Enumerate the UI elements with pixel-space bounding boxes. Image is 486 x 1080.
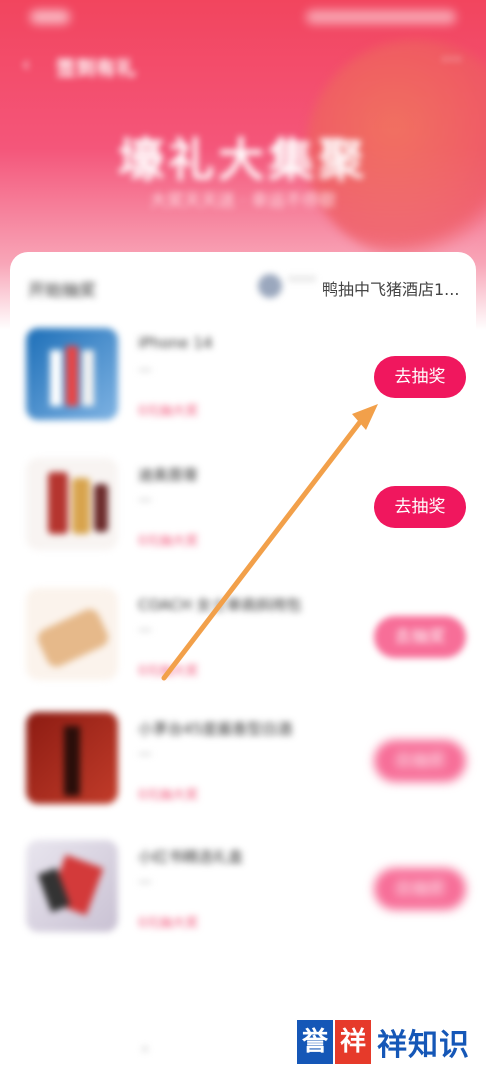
hero-title: 壕礼大集聚 [118,133,368,187]
item-tag: 0元抽大奖 [138,404,199,419]
product-image [26,588,118,680]
item-tag: 0元抽大奖 [138,664,199,679]
watermark-box: 祥 [334,1020,371,1064]
watermark-box: 誉 [296,1020,333,1064]
item-sub: — [138,746,152,762]
item-sub: — [138,362,152,378]
ticker-masked-name: **** [288,274,316,290]
status-bar-icons [306,10,456,24]
card-header: 开始抽奖 **** 鸭抽中飞猪酒店1... [10,252,476,322]
watermark-text: 祥知识 [377,1028,470,1063]
top-bar: ‹ 签到有礼 ··· [0,44,486,84]
product-image [26,712,118,804]
back-icon[interactable]: ‹ [22,52,30,76]
more-icon[interactable]: ··· [441,48,462,73]
item-tag: 0元抽大奖 [138,788,199,803]
list-item[interactable]: iPhone 14 — 0元抽大奖 去抽奖 [20,328,466,448]
item-tag: 0元抽大奖 [138,916,199,931]
item-name: 小茅台45度酱香型白酒 [138,720,293,738]
winner-ticker: 鸭抽中飞猪酒店1... [322,280,460,299]
item-sub: — [138,874,152,890]
go-draw-button[interactable]: 去抽奖 [374,486,466,528]
page-indicator [142,1046,148,1052]
watermark-logo: 誉 祥 祥知识 [296,1018,470,1066]
item-name: 迪奥唇膏 [138,466,199,484]
product-image [26,458,118,550]
list-item[interactable]: 小红书精选礼盒 — 0元抽大奖 去抽奖 [20,840,466,960]
item-tag: 0元抽大奖 [138,534,199,549]
item-sub: — [138,622,152,638]
go-draw-button[interactable]: 去抽奖 [374,868,466,910]
hero-subtitle: 大奖天天送 · 幸运不停歇 [149,191,337,211]
item-name: iPhone 14 [138,334,213,352]
card-title: 开始抽奖 [28,281,96,301]
item-name: COACH 女士单肩斜挎包 [138,596,302,614]
item-sub: — [138,492,152,508]
go-draw-button[interactable]: 去抽奖 [374,356,466,398]
product-image [26,840,118,932]
list-item[interactable]: 小茅台45度酱香型白酒 — 0元抽大奖 去抽奖 [20,712,466,832]
page-title: 签到有礼 [56,56,136,80]
list-item[interactable]: COACH 女士单肩斜挎包 — 0元抽大奖 去抽奖 [20,588,466,708]
item-name: 小红书精选礼盒 [138,848,244,866]
avatar [258,274,282,298]
lottery-card: 开始抽奖 **** 鸭抽中飞猪酒店1... iPhone 14 — 0元抽大奖 … [10,252,476,1080]
go-draw-button[interactable]: 去抽奖 [374,616,466,658]
status-bar-time [30,10,70,24]
list-item[interactable]: 迪奥唇膏 — 0元抽大奖 去抽奖 [20,458,466,578]
go-draw-button[interactable]: 去抽奖 [374,740,466,782]
product-image [26,328,118,420]
